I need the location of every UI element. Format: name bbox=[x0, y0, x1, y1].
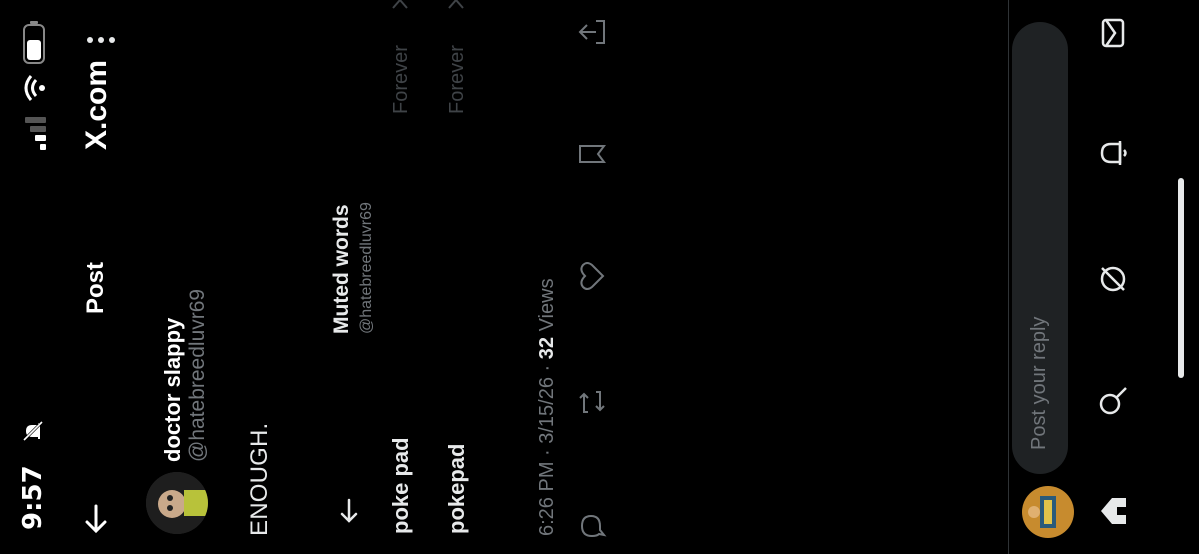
app-screen: 9:57 Post X.com doctor slappy @hatebreed… bbox=[0, 0, 1199, 554]
reply-icon[interactable] bbox=[576, 510, 608, 542]
muted-word: poke pad bbox=[388, 437, 413, 534]
muted-words-handle: @hatebreedluvr69 bbox=[358, 202, 375, 334]
muted-word-row[interactable]: pokepad Forever bbox=[444, 0, 478, 534]
search-icon[interactable] bbox=[1096, 384, 1130, 418]
status-time: 9:57 bbox=[18, 465, 48, 530]
muted-back-arrow-icon[interactable] bbox=[334, 496, 364, 526]
author-avatar[interactable] bbox=[146, 472, 208, 534]
wifi-icon bbox=[24, 75, 45, 101]
chevron-right-icon bbox=[392, 0, 408, 9]
reply-input[interactable]: Post your reply bbox=[1012, 22, 1068, 474]
bookmark-icon[interactable] bbox=[576, 138, 608, 170]
home-indicator bbox=[1178, 178, 1184, 378]
post-meta: 6:26 PM · 3/15/26 · 32 Views bbox=[536, 278, 559, 536]
muted-words-title: Muted words bbox=[330, 204, 353, 335]
share-icon[interactable] bbox=[576, 16, 608, 48]
author-handle[interactable]: @hatebreedluvr69 bbox=[186, 289, 210, 462]
more-options-icon[interactable] bbox=[86, 34, 116, 46]
bell-muted-icon bbox=[22, 420, 44, 442]
post-timestamp: 6:26 PM · 3/15/26 · bbox=[536, 364, 558, 536]
muted-duration: Forever bbox=[390, 45, 412, 114]
muted-duration: Forever bbox=[446, 45, 468, 114]
mail-icon[interactable] bbox=[1096, 16, 1130, 50]
chevron-right-icon bbox=[448, 0, 464, 9]
heart-icon[interactable] bbox=[576, 260, 608, 292]
muted-word: pokepad bbox=[444, 443, 469, 534]
back-arrow-icon[interactable] bbox=[78, 500, 114, 536]
author-name[interactable]: doctor slappy bbox=[160, 318, 186, 462]
battery-icon bbox=[23, 21, 45, 64]
reply-placeholder: Post your reply bbox=[1028, 316, 1050, 450]
brand-label: X.com bbox=[80, 59, 113, 150]
views-label: Views bbox=[536, 278, 558, 332]
divider bbox=[1008, 0, 1009, 554]
muted-word-row[interactable]: poke pad Forever bbox=[388, 0, 422, 534]
post-text: ENOUGH. bbox=[246, 422, 273, 536]
cellular-signal-icon bbox=[25, 117, 46, 150]
page-title: Post bbox=[82, 261, 109, 314]
repost-icon[interactable] bbox=[576, 386, 608, 418]
bell-icon[interactable] bbox=[1096, 136, 1130, 170]
user-avatar[interactable] bbox=[1022, 486, 1074, 538]
home-icon[interactable] bbox=[1096, 494, 1130, 528]
grok-icon[interactable] bbox=[1096, 262, 1130, 296]
views-count: 32 bbox=[536, 336, 558, 360]
